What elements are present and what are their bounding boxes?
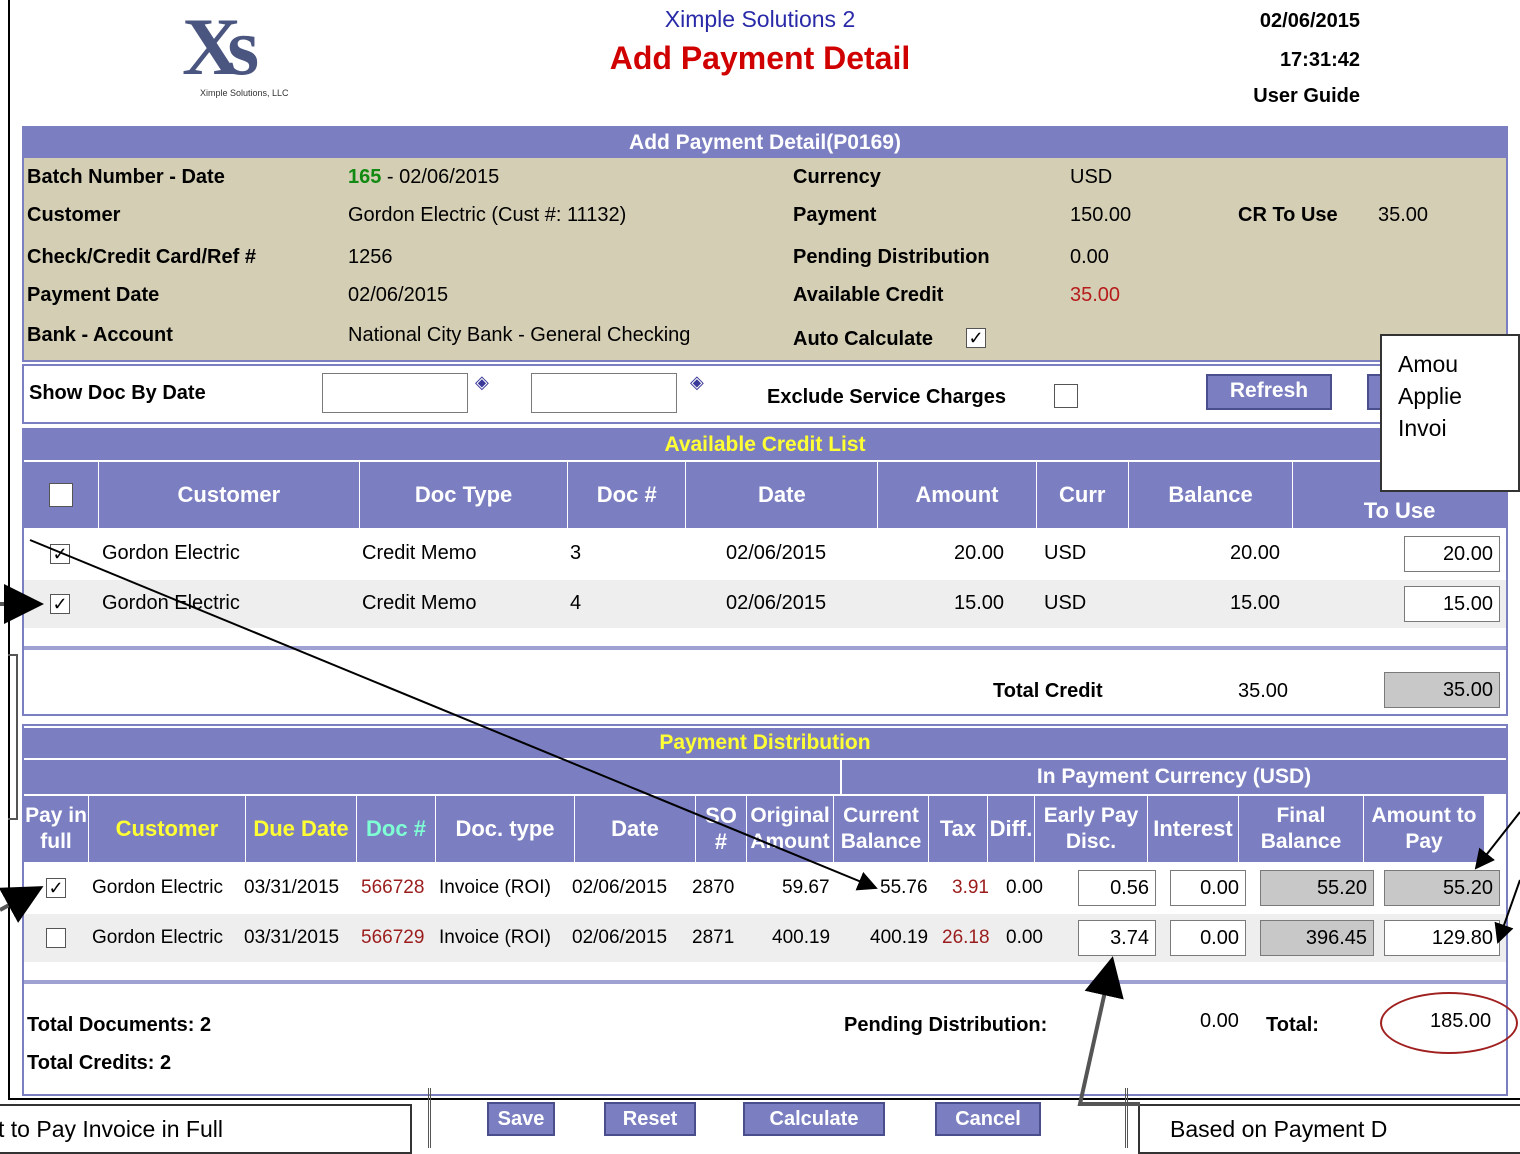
arrow-early-pay — [1077, 956, 1140, 1106]
arrow-credit-to-balance — [29, 539, 878, 891]
arrow-pay-in-full — [0, 886, 44, 923]
annotation-arrows — [0, 539, 1520, 1106]
arrow-amount-to-pay-1 — [1474, 811, 1520, 870]
arrow-amount-to-pay-2 — [1494, 879, 1520, 944]
